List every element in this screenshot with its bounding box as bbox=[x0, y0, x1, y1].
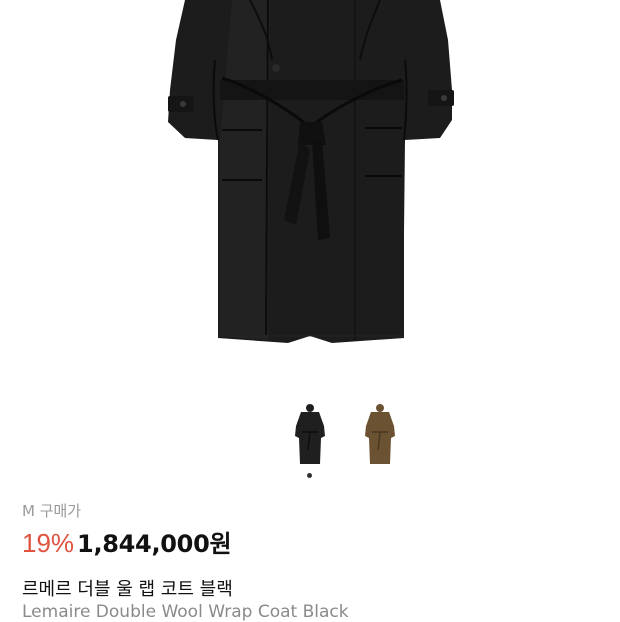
brown-coat-thumbnail[interactable] bbox=[360, 402, 400, 468]
thumbnail-strip bbox=[0, 402, 620, 472]
discount-rate: 19% bbox=[22, 528, 75, 558]
price-row: 19% 1,844,000원 bbox=[22, 524, 232, 558]
product-title-korean: 르메르 더블 울 랩 코트 블랙 bbox=[22, 579, 233, 600]
product-title-english: Lemaire Double Wool Wrap Coat Black bbox=[22, 602, 349, 622]
product-main-image[interactable] bbox=[0, 0, 620, 375]
carousel-indicator-dot bbox=[307, 473, 312, 478]
product-price: 1,844,000원 bbox=[77, 530, 232, 558]
coat-illustration bbox=[168, 0, 454, 343]
purchase-price-label: M 구매가 bbox=[22, 502, 82, 520]
black-coat-thumbnail[interactable] bbox=[290, 402, 330, 468]
